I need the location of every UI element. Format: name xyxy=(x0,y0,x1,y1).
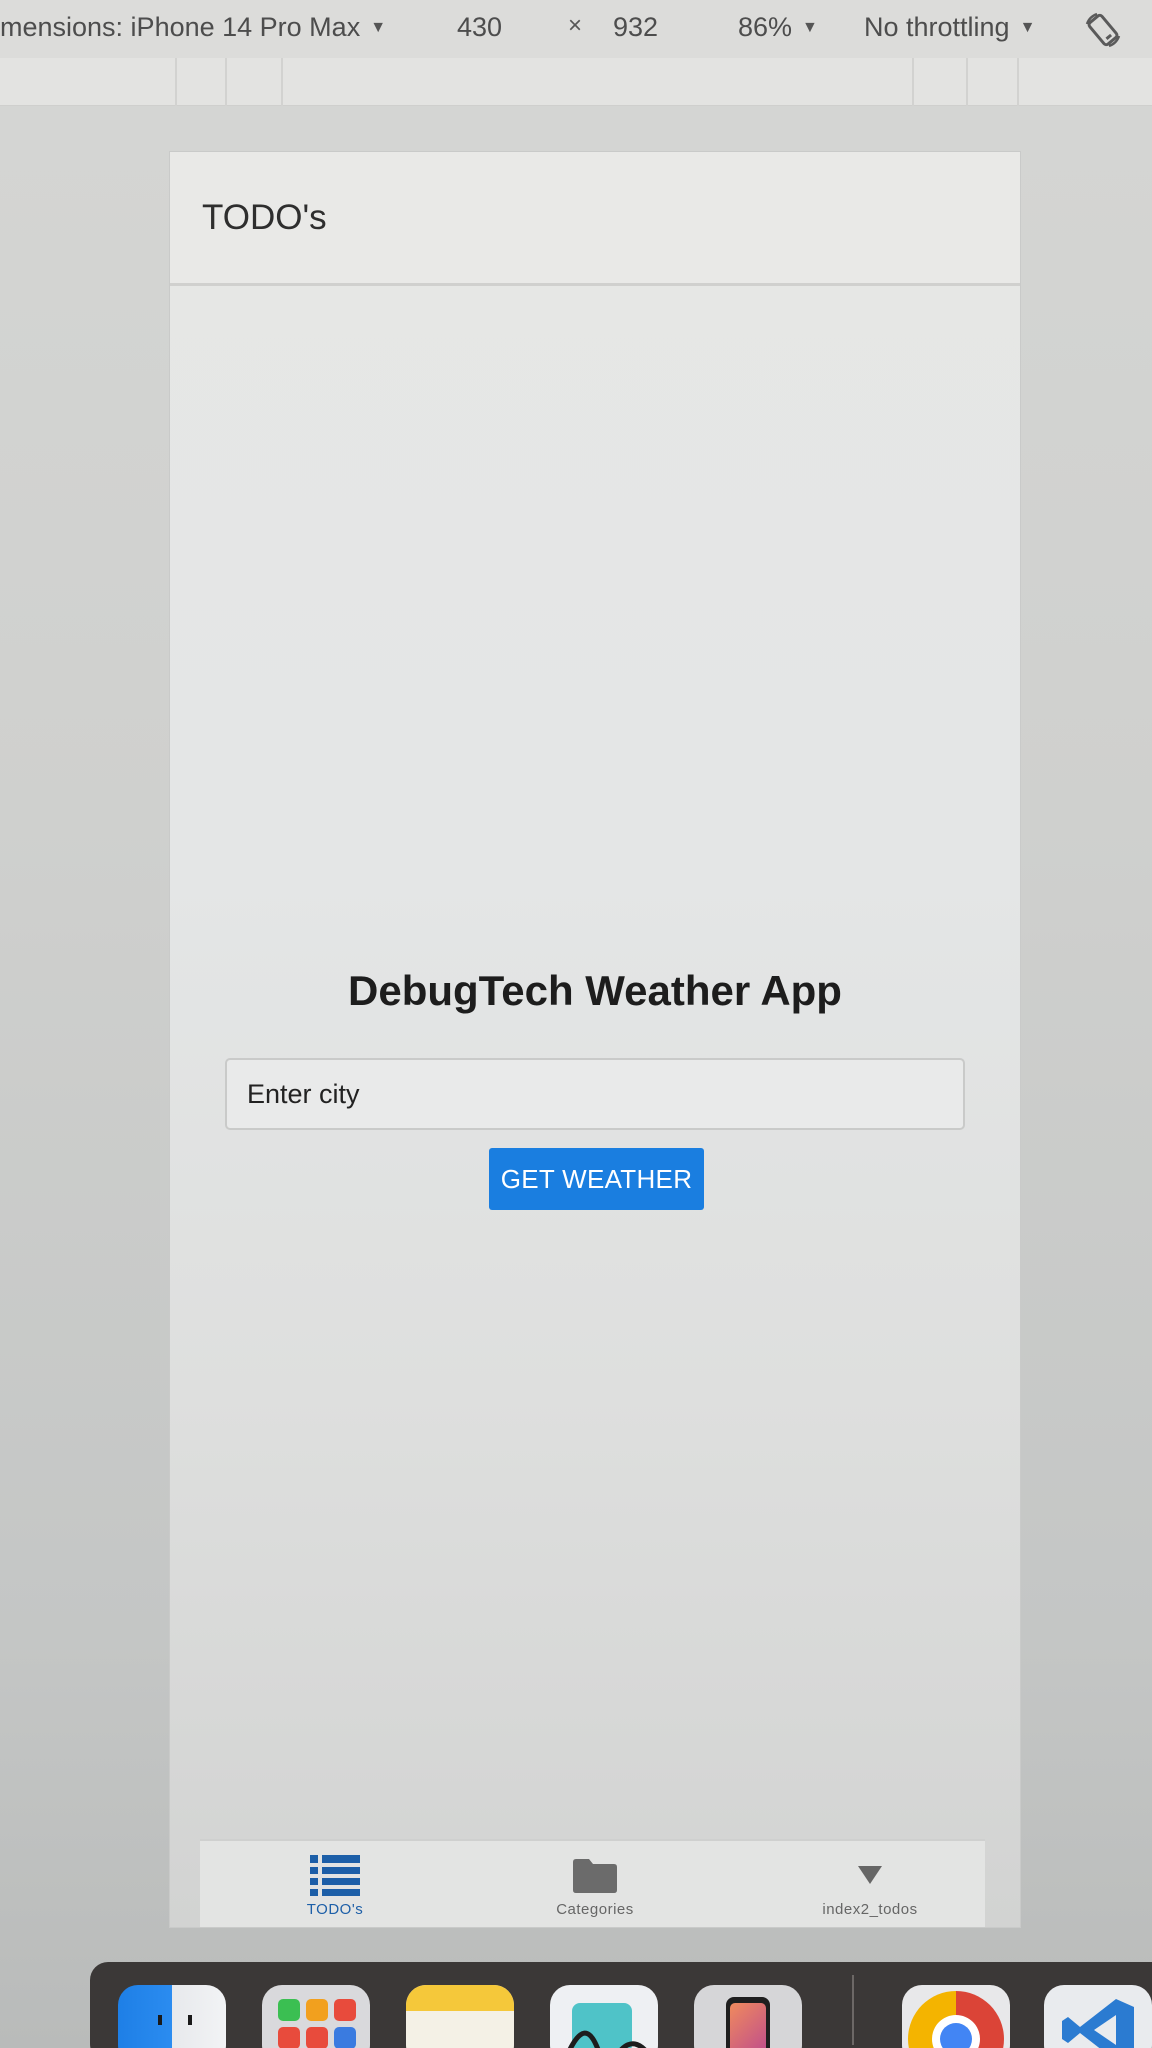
screen: mensions: iPhone 14 Pro Max ▼ 430 × 932 … xyxy=(0,0,1152,2048)
chrome-icon[interactable] xyxy=(902,1985,1010,2048)
iphone-mirroring-icon[interactable] xyxy=(694,1985,802,2048)
ruler-segment xyxy=(225,58,227,106)
height-field[interactable]: 932 xyxy=(613,12,658,43)
list-icon xyxy=(308,1853,362,1897)
tab-label-index2-todos: index2_todos xyxy=(822,1901,918,1918)
get-weather-button[interactable]: GET WEATHER xyxy=(489,1148,704,1210)
caret-down-icon: ▼ xyxy=(1019,18,1036,36)
device-viewport: TODO's DebugTech Weather App GET WEATHER xyxy=(170,152,1020,1927)
height-value: 932 xyxy=(613,12,659,42)
bottom-tab-bar: TODO's Categories index2_todos xyxy=(200,1839,985,1927)
devtools-device-toolbar: mensions: iPhone 14 Pro Max ▼ 430 × 932 … xyxy=(0,0,1152,58)
launchpad-icon[interactable] xyxy=(262,1985,370,2048)
finder-icon[interactable] xyxy=(118,1985,226,2048)
folder-icon xyxy=(571,1853,619,1897)
device-select[interactable]: mensions: iPhone 14 Pro Max ▼ xyxy=(0,12,386,43)
tab-index2-todos[interactable]: index2_todos xyxy=(790,1841,950,1929)
times-label: × xyxy=(568,12,583,39)
tab-categories[interactable]: Categories xyxy=(510,1841,680,1929)
page-title: TODO's xyxy=(202,198,327,237)
freeform-icon[interactable] xyxy=(550,1985,658,2048)
city-input[interactable] xyxy=(225,1058,965,1130)
app-header: TODO's xyxy=(170,152,1020,286)
triangle-down-icon xyxy=(857,1853,883,1897)
ruler-segment xyxy=(175,58,177,106)
width-field[interactable]: 430 xyxy=(457,12,502,43)
ruler-segment xyxy=(966,58,968,106)
tab-label-todos: TODO's xyxy=(306,1901,364,1918)
ruler-segment xyxy=(1017,58,1019,106)
zoom-value: 86% xyxy=(738,12,793,42)
media-query-bar xyxy=(0,58,1152,106)
times-sign: × xyxy=(568,12,582,40)
throttling-select[interactable]: No throttling ▼ xyxy=(864,12,1035,43)
device-dimensions-label: mensions: iPhone 14 Pro Max xyxy=(0,12,361,42)
caret-down-icon: ▼ xyxy=(802,18,818,36)
zoom-select[interactable]: 86% ▼ xyxy=(738,12,818,43)
notes-icon[interactable] xyxy=(406,1985,514,2048)
vscode-icon[interactable] xyxy=(1044,1985,1152,2048)
weather-app-title: DebugTech Weather App xyxy=(348,967,842,1014)
caret-down-icon: ▼ xyxy=(370,18,387,36)
rotate-icon[interactable] xyxy=(1083,10,1123,50)
tab-label-categories: Categories xyxy=(556,1901,634,1918)
dock-divider xyxy=(852,1975,854,2045)
tab-todos[interactable]: TODO's xyxy=(255,1841,415,1929)
width-value: 430 xyxy=(457,12,503,42)
ruler-segment xyxy=(281,58,283,106)
ruler-segment xyxy=(912,58,914,106)
throttling-value: No throttling xyxy=(864,12,1010,42)
